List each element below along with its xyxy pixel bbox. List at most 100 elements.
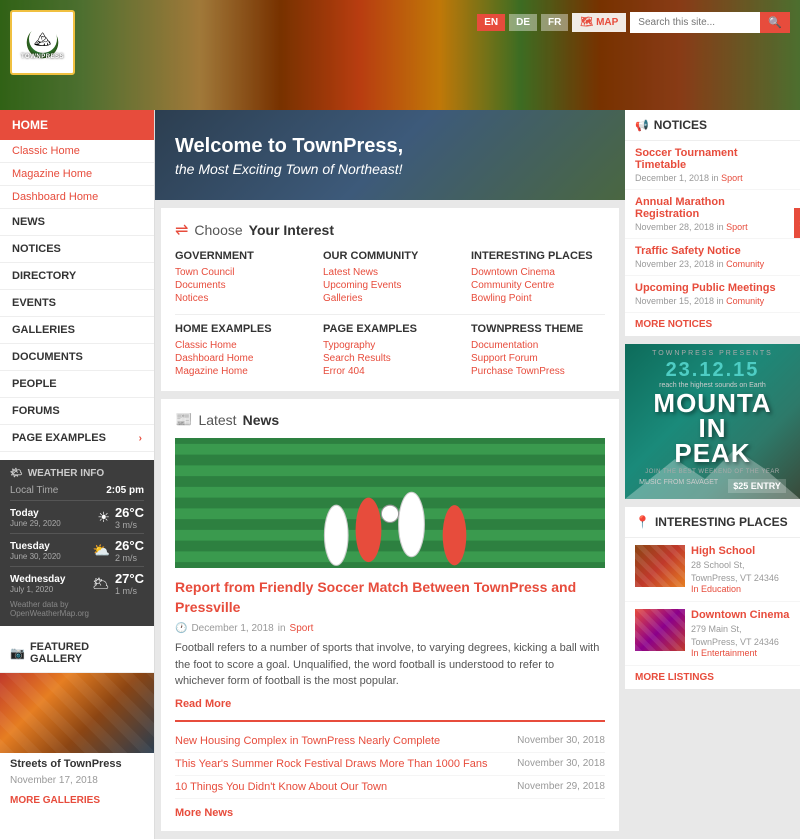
- weather-day-1: Today: [10, 508, 61, 519]
- logo[interactable]: 🏔 TOWNPRESS: [10, 10, 75, 75]
- ad-date: 23.12.15: [639, 359, 786, 382]
- weather-box: 🌤 WEATHER INFO Local Time 2:05 pm Today …: [0, 460, 154, 626]
- nav-home-label: HOME: [12, 118, 48, 132]
- nav-documents[interactable]: DOCUMENTS: [0, 344, 154, 371]
- news-list-item-3: 10 Things You Didn't Know About Our Town…: [175, 776, 605, 799]
- map-button[interactable]: 🗺 MAP: [572, 13, 626, 32]
- weather-date-1: June 29, 2020: [10, 519, 61, 528]
- gallery-image[interactable]: [0, 673, 154, 753]
- featured-gallery: 📷 FEATURED GALLERY Streets of TownPress …: [0, 634, 154, 811]
- place-name-2[interactable]: Downtown Cinema: [691, 609, 789, 621]
- places-link-2[interactable]: Community Centre: [471, 280, 605, 291]
- nav-events[interactable]: EVENTS: [0, 290, 154, 317]
- gallery-caption[interactable]: Streets of TownPress: [0, 753, 154, 775]
- news-icon: 📰: [175, 411, 192, 428]
- gov-header: GOVERNMENT: [175, 250, 309, 262]
- lang-de-button[interactable]: DE: [509, 14, 537, 31]
- notice-date-3: November 23, 2018 in Comunity: [635, 259, 790, 269]
- ad-box[interactable]: TOWNPRESS PRESENTS 23.12.15 reach the hi…: [625, 344, 800, 499]
- community-link-1[interactable]: Latest News: [323, 267, 457, 278]
- nav-notices[interactable]: NOTICES: [0, 236, 154, 263]
- more-galleries-link[interactable]: MORE GALLERIES: [0, 790, 154, 811]
- page-ex-link-2[interactable]: Search Results: [323, 353, 457, 364]
- more-news-link[interactable]: More News: [175, 807, 605, 819]
- theme-link-3[interactable]: Purchase TownPress: [471, 366, 605, 377]
- news-list-date-3: November 29, 2018: [517, 781, 605, 793]
- news-section: 📰 Latest News: [161, 399, 619, 831]
- place-image-2[interactable]: [635, 609, 685, 651]
- weather-icon: 🌤: [10, 468, 23, 479]
- community-link-2[interactable]: Upcoming Events: [323, 280, 457, 291]
- news-list-link-1[interactable]: New Housing Complex in TownPress Nearly …: [175, 735, 509, 747]
- notice-item-2: Annual Marathon Registration November 28…: [625, 190, 800, 239]
- search-input[interactable]: [630, 12, 760, 33]
- page-ex-link-3[interactable]: Error 404: [323, 366, 457, 377]
- gov-link-3[interactable]: Notices: [175, 293, 309, 304]
- place-address-2: 279 Main St,TownPress, VT 24346: [691, 623, 789, 648]
- places-link-1[interactable]: Downtown Cinema: [471, 267, 605, 278]
- sidebar: HOME Classic Home Magazine Home Dashboar…: [0, 110, 155, 839]
- home-ex-link-1[interactable]: Classic Home: [175, 340, 309, 351]
- weather-day-3: Wednesday: [10, 574, 65, 585]
- weather-wind-1: 3 m/s: [115, 520, 144, 530]
- home-ex-link-2[interactable]: Dashboard Home: [175, 353, 309, 364]
- place-info-1: High School 28 School St,TownPress, VT 2…: [691, 545, 779, 594]
- search-button[interactable]: 🔍: [760, 12, 790, 33]
- interest-col-page-examples: PAGE EXAMPLES Typography Search Results …: [323, 323, 457, 379]
- news-list-item-2: This Year's Summer Rock Festival Draws M…: [175, 753, 605, 776]
- theme-header: TOWNPRESS THEME: [471, 323, 605, 335]
- interest-col-gov: GOVERNMENT Town Council Documents Notice…: [175, 250, 309, 306]
- gov-link-2[interactable]: Documents: [175, 280, 309, 291]
- nav-magazine-home[interactable]: Magazine Home: [12, 168, 142, 180]
- news-list-date-2: November 30, 2018: [517, 758, 605, 770]
- notice-date-4: November 15, 2018 in Comunity: [635, 296, 790, 306]
- theme-link-2[interactable]: Support Forum: [471, 353, 605, 364]
- scroll-right-button[interactable]: ›: [794, 208, 800, 238]
- weather-date-2: June 30, 2020: [10, 552, 61, 561]
- weather-credit: Weather data by OpenWeatherMap.org: [10, 600, 144, 618]
- nav-classic-home[interactable]: Classic Home: [12, 145, 142, 157]
- more-listings-link[interactable]: MORE LISTINGS: [625, 666, 800, 689]
- welcome-title: Welcome to TownPress,: [175, 133, 605, 159]
- ad-price: $25 ENTRY: [728, 479, 786, 493]
- notice-link-1[interactable]: Soccer Tournament Timetable: [635, 147, 790, 171]
- ad-title: MOUNTA IN PEAK: [639, 391, 786, 465]
- news-list-link-3[interactable]: 10 Things You Didn't Know About Our Town: [175, 781, 509, 793]
- place-name-1[interactable]: High School: [691, 545, 779, 557]
- news-main-headline[interactable]: Report from Friendly Soccer Match Betwee…: [175, 578, 605, 617]
- nav-galleries[interactable]: GALLERIES: [0, 317, 154, 344]
- places-link-3[interactable]: Bowling Point: [471, 293, 605, 304]
- lang-en-button[interactable]: EN: [477, 14, 505, 31]
- home-ex-link-3[interactable]: Magazine Home: [175, 366, 309, 377]
- nav-news[interactable]: NEWS: [0, 209, 154, 236]
- gallery-title: FEATURED GALLERY: [30, 641, 144, 665]
- news-list-date-1: November 30, 2018: [517, 735, 605, 747]
- weather-temp-3: 27°C: [115, 571, 144, 586]
- page-ex-link-1[interactable]: Typography: [323, 340, 457, 351]
- place-image-1[interactable]: [635, 545, 685, 587]
- nav-people[interactable]: PEOPLE: [0, 371, 154, 398]
- nav-page-examples[interactable]: PAGE EXAMPLES ›: [0, 425, 154, 452]
- news-main-excerpt: Football refers to a number of sports th…: [175, 640, 605, 690]
- gov-link-1[interactable]: Town Council: [175, 267, 309, 278]
- gallery-date: November 17, 2018: [0, 775, 154, 790]
- news-list-link-2[interactable]: This Year's Summer Rock Festival Draws M…: [175, 758, 509, 770]
- nav-home[interactable]: HOME: [0, 110, 154, 140]
- place-item-2: Downtown Cinema 279 Main St,TownPress, V…: [625, 602, 800, 666]
- notice-link-2[interactable]: Annual Marathon Registration: [635, 196, 790, 220]
- nav-dashboard-home[interactable]: Dashboard Home: [12, 191, 142, 203]
- news-main-image[interactable]: [175, 438, 605, 568]
- read-more-link[interactable]: Read More: [175, 698, 231, 710]
- notice-link-3[interactable]: Traffic Safety Notice: [635, 245, 790, 257]
- nav-directory[interactable]: DIRECTORY: [0, 263, 154, 290]
- lang-fr-button[interactable]: FR: [541, 14, 568, 31]
- interest-col-theme: TOWNPRESS THEME Documentation Support Fo…: [471, 323, 605, 379]
- notice-link-4[interactable]: Upcoming Public Meetings: [635, 282, 790, 294]
- interest-col-home-examples: HOME EXAMPLES Classic Home Dashboard Hom…: [175, 323, 309, 379]
- more-notices-link[interactable]: MORE NOTICES: [625, 313, 800, 336]
- theme-link-1[interactable]: Documentation: [471, 340, 605, 351]
- weather-wind-2: 2 m/s: [115, 553, 144, 563]
- weather-wind-3: 1 m/s: [115, 586, 144, 596]
- community-link-3[interactable]: Galleries: [323, 293, 457, 304]
- nav-forums[interactable]: FORUMS: [0, 398, 154, 425]
